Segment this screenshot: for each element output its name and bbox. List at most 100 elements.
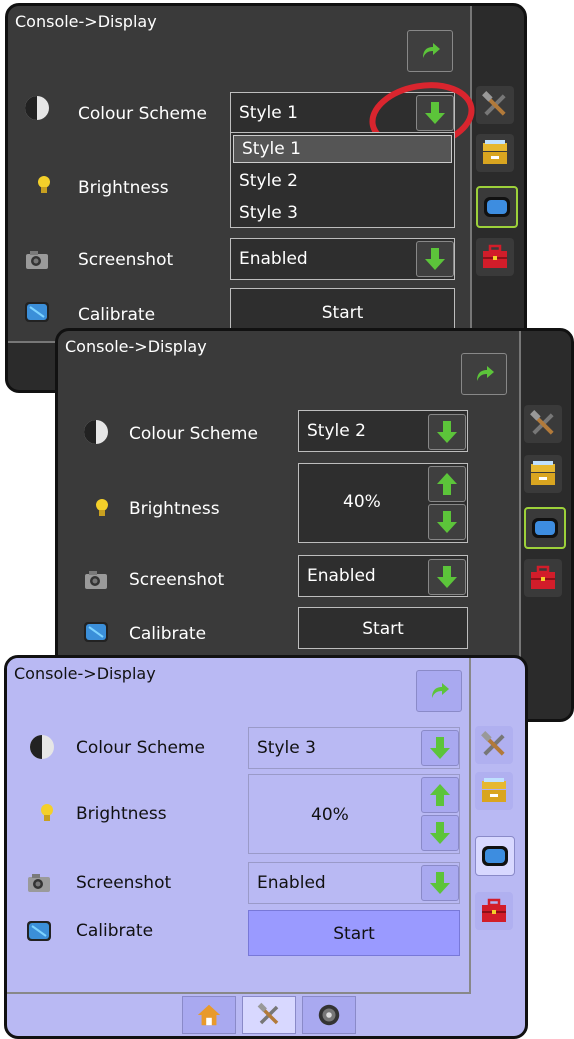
- brightness-value: 40%: [343, 492, 381, 512]
- console-display-icon: [481, 191, 513, 223]
- tools-nav-button[interactable]: [242, 996, 296, 1034]
- colour-scheme-label: Colour Scheme: [129, 424, 258, 444]
- screenshot-dropdown-button[interactable]: [428, 559, 466, 595]
- colour-scheme-icon: [23, 94, 51, 122]
- gps-button[interactable]: [302, 996, 356, 1034]
- tools-button[interactable]: [475, 726, 513, 764]
- return-arrow-icon: [426, 678, 452, 704]
- gps-icon: [316, 1002, 342, 1028]
- green-down-arrow-icon: [422, 246, 448, 272]
- green-up-arrow-icon: [434, 471, 460, 497]
- dropdown-option[interactable]: Style 3: [231, 197, 454, 229]
- calibrate-start-button[interactable]: Start: [248, 910, 460, 956]
- tools-icon: [478, 729, 510, 761]
- colour-scheme-label: Colour Scheme: [78, 104, 207, 124]
- page-title: Console->Display: [14, 664, 156, 683]
- storage-button[interactable]: [476, 134, 514, 172]
- tools-icon: [527, 408, 559, 440]
- screen-3: Console->Display Colour Scheme Style 3 B…: [4, 655, 528, 1039]
- calibrate-label: Calibrate: [76, 921, 154, 941]
- tools-icon: [255, 1001, 283, 1029]
- console-display-icon: [479, 840, 511, 872]
- storage-button[interactable]: [524, 455, 562, 493]
- screenshot-label: Screenshot: [78, 250, 174, 270]
- screenshot-dropdown-button[interactable]: [416, 241, 454, 277]
- return-arrow-icon: [417, 38, 443, 64]
- toolbox-button[interactable]: [475, 892, 513, 930]
- console-button[interactable]: [476, 186, 518, 228]
- home-icon: [196, 1002, 222, 1028]
- brightness-label: Brightness: [78, 178, 169, 198]
- colour-scheme-dropdown-button[interactable]: [428, 414, 466, 450]
- dropdown-option[interactable]: Style 2: [231, 165, 454, 197]
- camera-icon: [82, 566, 110, 594]
- calibrate-icon: [23, 298, 51, 326]
- brightness-icon: [88, 494, 116, 522]
- red-toolbox-icon: [527, 562, 559, 594]
- console-button[interactable]: [475, 836, 515, 876]
- colour-scheme-value: Style 1: [239, 103, 298, 123]
- storage-box-icon: [479, 137, 511, 169]
- console-display-icon: [529, 512, 561, 544]
- green-down-arrow-icon: [434, 564, 460, 590]
- colour-scheme-value: Style 2: [307, 421, 366, 441]
- calibrate-start-label: Start: [362, 619, 404, 639]
- tools-button[interactable]: [476, 86, 514, 124]
- return-arrow-icon: [471, 361, 497, 387]
- brightness-down-button[interactable]: [428, 504, 466, 540]
- tools-icon: [479, 89, 511, 121]
- brightness-down-button[interactable]: [421, 815, 459, 851]
- camera-icon: [25, 869, 53, 897]
- green-down-arrow-icon: [427, 735, 453, 761]
- green-up-arrow-icon: [427, 782, 453, 808]
- red-toolbox-icon: [478, 895, 510, 927]
- colour-scheme-value: Style 3: [257, 738, 316, 758]
- dropdown-option[interactable]: Style 1: [233, 135, 452, 163]
- page-title: Console->Display: [15, 12, 157, 31]
- brightness-icon: [33, 799, 61, 827]
- bottom-nav: [182, 996, 362, 1036]
- storage-box-icon: [478, 775, 510, 807]
- calibrate-icon: [82, 618, 110, 646]
- brightness-label: Brightness: [129, 499, 220, 519]
- calibrate-icon: [25, 917, 53, 945]
- brightness-icon: [30, 171, 58, 199]
- red-toolbox-icon: [479, 241, 511, 273]
- green-down-arrow-icon: [434, 419, 460, 445]
- return-button[interactable]: [461, 353, 507, 395]
- colour-scheme-label: Colour Scheme: [76, 738, 205, 758]
- camera-icon: [23, 246, 51, 274]
- screenshot-value: Enabled: [257, 873, 326, 893]
- calibrate-label: Calibrate: [129, 624, 207, 644]
- storage-button[interactable]: [475, 772, 513, 810]
- green-down-arrow-icon: [427, 870, 453, 896]
- calibrate-start-button[interactable]: Start: [298, 607, 468, 649]
- colour-scheme-icon: [82, 418, 110, 446]
- toolbox-button[interactable]: [476, 238, 514, 276]
- calibrate-start-label: Start: [321, 303, 364, 323]
- console-button[interactable]: [524, 507, 566, 549]
- green-down-arrow-icon: [434, 509, 460, 535]
- home-button[interactable]: [182, 996, 236, 1034]
- tools-button[interactable]: [524, 405, 562, 443]
- screenshot-value: Enabled: [307, 566, 376, 586]
- page-title: Console->Display: [65, 337, 207, 356]
- brightness-value: 40%: [311, 805, 349, 825]
- screenshot-label: Screenshot: [129, 570, 225, 590]
- brightness-up-button[interactable]: [428, 466, 466, 502]
- toolbox-button[interactable]: [524, 559, 562, 597]
- return-button[interactable]: [416, 670, 462, 712]
- colour-scheme-dropdown-button[interactable]: [421, 730, 459, 766]
- green-down-arrow-icon: [427, 820, 453, 846]
- return-button[interactable]: [407, 30, 453, 72]
- colour-scheme-icon: [28, 733, 56, 761]
- screenshot-dropdown-button[interactable]: [421, 865, 459, 901]
- calibrate-start-label: Start: [333, 924, 375, 944]
- storage-box-icon: [527, 458, 559, 490]
- calibrate-label: Calibrate: [78, 305, 156, 325]
- screenshot-value: Enabled: [239, 249, 308, 269]
- brightness-label: Brightness: [76, 804, 167, 824]
- screenshot-label: Screenshot: [76, 873, 172, 893]
- brightness-up-button[interactable]: [421, 777, 459, 813]
- colour-scheme-dropdown-list: Style 1 Style 2 Style 3: [230, 132, 455, 228]
